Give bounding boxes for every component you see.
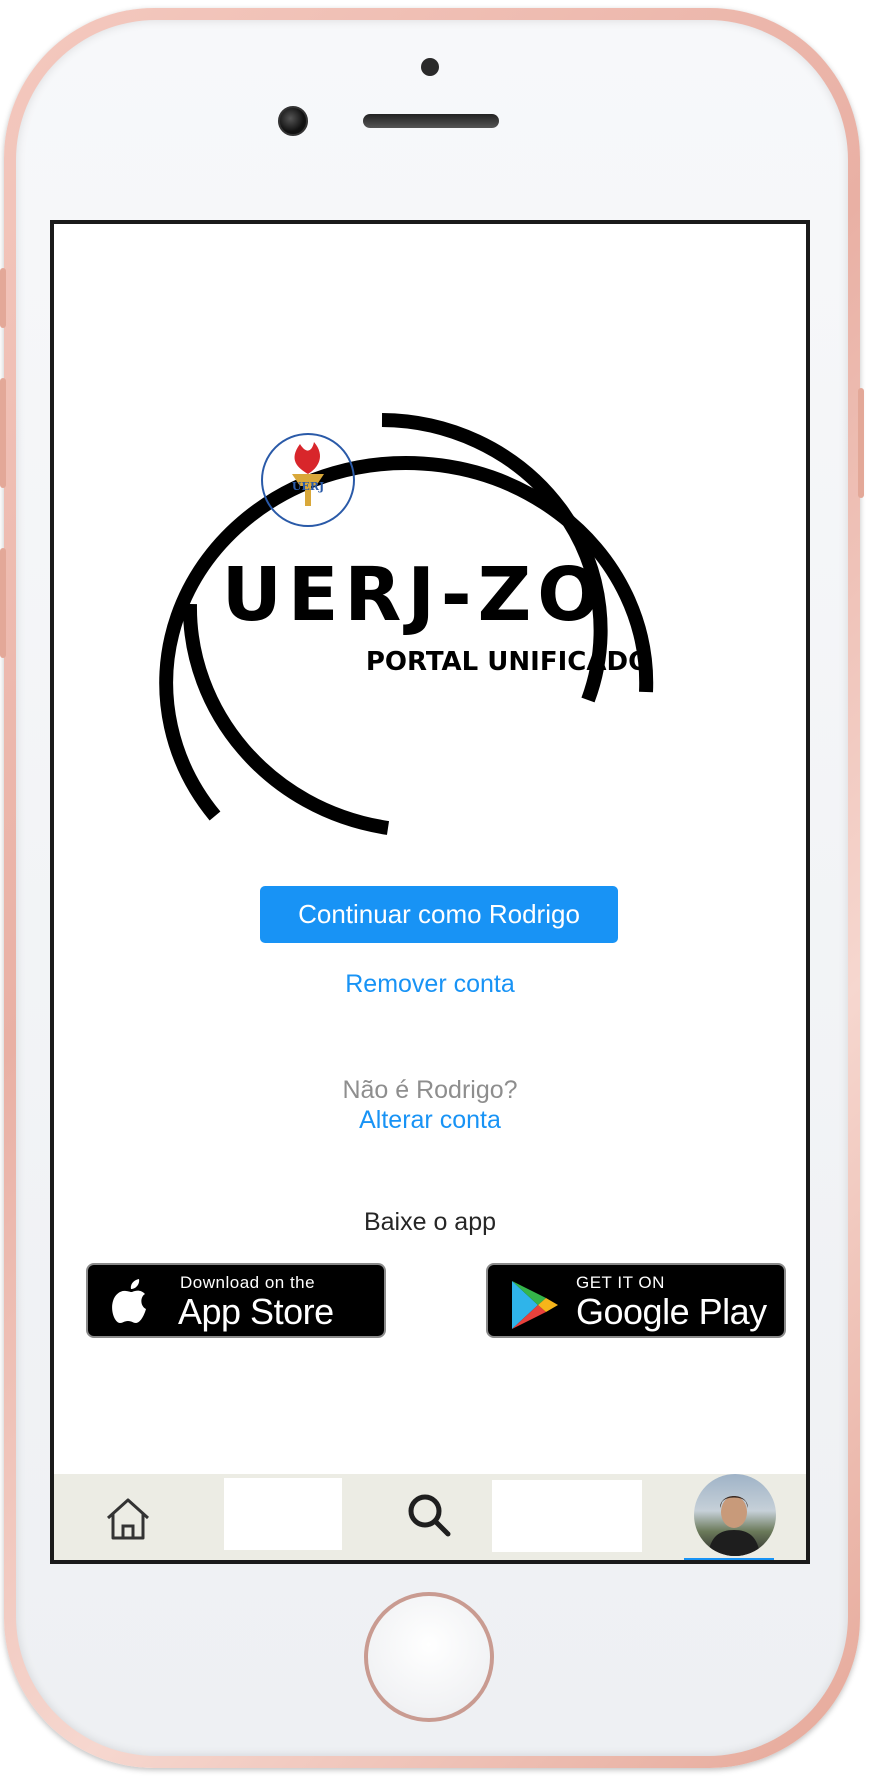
earpiece-speaker xyxy=(363,114,499,128)
proximity-sensor xyxy=(421,58,439,76)
google-play-big-text: Google Play xyxy=(576,1291,767,1332)
apple-icon xyxy=(112,1279,146,1323)
phone-side-button xyxy=(0,268,6,328)
google-play-small-text: GET IT ON xyxy=(576,1273,665,1292)
google-play-icon xyxy=(512,1281,558,1329)
screen: UERJ UERJ-ZO PORTAL UNIFICADO Continuar … xyxy=(50,220,810,1564)
app-store-badge[interactable]: Download on the App Store xyxy=(86,1263,386,1338)
nav-empty-slot xyxy=(224,1478,342,1550)
uerj-zo-logo: UERJ UERJ-ZO PORTAL UNIFICADO xyxy=(159,413,654,835)
user-photo-icon xyxy=(708,1496,760,1556)
phone-volume-down-button xyxy=(0,548,6,658)
emblem-label: UERJ xyxy=(292,480,324,493)
profile-avatar[interactable] xyxy=(694,1474,776,1556)
continue-as-user-button[interactable]: Continuar como Rodrigo xyxy=(260,886,618,943)
logo-outer-ring xyxy=(159,456,654,821)
front-camera-icon xyxy=(278,106,308,136)
app-store-big-text: App Store xyxy=(178,1291,334,1332)
phone-power-button xyxy=(858,388,864,498)
uerj-emblem-icon: UERJ xyxy=(261,433,355,527)
nav-search-tab[interactable] xyxy=(374,1474,492,1552)
switch-account-link[interactable]: Alterar conta xyxy=(54,1106,806,1135)
nav-home-tab[interactable] xyxy=(54,1474,224,1560)
phone-volume-up-button xyxy=(0,378,6,488)
active-tab-indicator xyxy=(684,1558,774,1560)
google-play-badge[interactable]: GET IT ON Google Play xyxy=(486,1263,786,1338)
home-icon xyxy=(106,1498,150,1540)
bottom-navigation xyxy=(54,1474,806,1560)
app-store-small-text: Download on the xyxy=(180,1273,316,1292)
nav-empty-slot-2 xyxy=(492,1480,642,1552)
search-icon xyxy=(408,1494,451,1537)
download-heading: Baixe o app xyxy=(363,1208,497,1236)
logo-title: UERJ-ZO xyxy=(222,552,606,638)
remove-account-link[interactable]: Remover conta xyxy=(54,970,806,999)
not-user-text: Não é Rodrigo? xyxy=(342,1076,518,1104)
logo-subtitle: PORTAL UNIFICADO xyxy=(366,647,650,677)
home-button[interactable] xyxy=(364,1592,494,1722)
